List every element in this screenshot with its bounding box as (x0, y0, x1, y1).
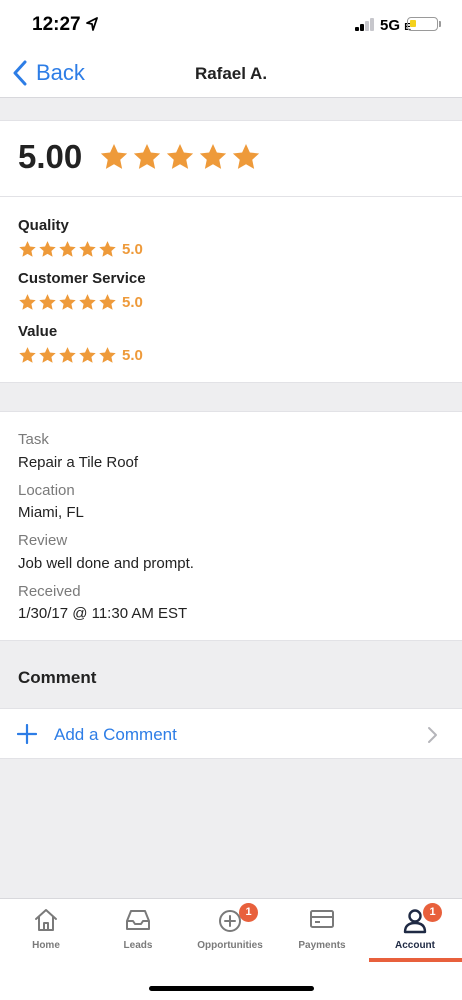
tab-leads[interactable]: Leads (92, 899, 184, 963)
credit-card-icon (310, 910, 334, 928)
tab-label: Opportunities (197, 940, 263, 951)
star-icon (39, 294, 56, 310)
location-arrow-icon (86, 17, 98, 31)
rating-label-value: Value (18, 323, 58, 340)
chevron-right-icon (428, 727, 437, 743)
star-icon (79, 241, 96, 257)
star-icon (39, 241, 56, 257)
rating-stars (18, 240, 117, 258)
tab-label: Account (395, 940, 435, 951)
task-value: Repair a Tile Roof (18, 454, 139, 471)
rating-row-value: 5.0 (18, 346, 143, 364)
star-icon (166, 144, 194, 169)
rating-value: 5.0 (122, 346, 143, 364)
location-value: Miami, FL (18, 504, 84, 521)
star-icon (59, 294, 76, 310)
star-icon (59, 347, 76, 363)
rating-value: 5.0 (122, 293, 143, 311)
star-icon (199, 144, 227, 169)
review-details: Task Repair a Tile Roof Location Miami, … (0, 411, 462, 641)
opportunities-badge: 1 (239, 903, 258, 922)
overall-rating: 5.00 (0, 120, 462, 197)
star-icon (99, 294, 116, 310)
star-icon (100, 144, 128, 169)
active-tab-indicator (369, 958, 462, 962)
received-value: 1/30/17 @ 11:30 AM EST (18, 605, 188, 622)
signal-icon (355, 17, 377, 31)
battery-icon (407, 17, 438, 31)
rating-row-customer-service: 5.0 (18, 293, 143, 311)
star-icon (59, 241, 76, 257)
home-indicator (149, 986, 314, 991)
add-comment-label: Add a Comment (54, 725, 177, 744)
tab-home[interactable]: Home (0, 899, 92, 963)
star-icon (39, 347, 56, 363)
overall-score: 5.00 (18, 138, 83, 175)
star-icon (133, 144, 161, 169)
overall-stars (99, 142, 261, 171)
location-label: Location (18, 482, 75, 499)
home-icon (35, 909, 57, 931)
plus-icon (17, 724, 37, 744)
received-label: Received (18, 583, 81, 600)
task-label: Task (18, 431, 49, 448)
rating-stars (18, 346, 117, 364)
status-time: 12:27 (32, 14, 81, 35)
inbox-icon (126, 910, 150, 930)
review-value: Job well done and prompt. (18, 555, 194, 572)
comment-header: Comment (18, 668, 97, 687)
tab-label: Payments (298, 940, 346, 951)
star-icon (19, 294, 36, 310)
account-badge: 1 (423, 903, 442, 922)
add-comment-button[interactable]: Add a Comment (0, 708, 462, 759)
star-icon (232, 144, 260, 169)
star-icon (19, 241, 36, 257)
status-bar: 12:27 5G E (0, 0, 462, 50)
tab-opportunities[interactable]: 1 Opportunities (184, 899, 276, 963)
tab-account[interactable]: 1 Account (369, 899, 461, 963)
rating-label-customer-service: Customer Service (18, 270, 146, 287)
rating-row-quality: 5.0 (18, 240, 143, 258)
tab-label: Leads (123, 940, 153, 951)
rating-stars (18, 293, 117, 311)
star-icon (19, 347, 36, 363)
star-icon (99, 347, 116, 363)
tab-label: Home (32, 940, 60, 951)
tab-payments[interactable]: Payments (276, 899, 368, 963)
battery-cap (439, 21, 441, 27)
category-ratings: Quality 5.0 Customer Service 5.0 Value 5… (0, 197, 462, 383)
star-icon (99, 241, 116, 257)
star-icon (79, 347, 96, 363)
navigation-bar: Back Rafael A. (0, 50, 462, 98)
tab-bar: Home Leads 1 Opportunities Payments 1 Ac… (0, 898, 462, 1000)
page-title: Rafael A. (194, 64, 268, 83)
rating-label-quality: Quality (18, 217, 69, 234)
review-label: Review (18, 532, 68, 549)
rating-value: 5.0 (122, 240, 143, 258)
star-icon (79, 294, 96, 310)
